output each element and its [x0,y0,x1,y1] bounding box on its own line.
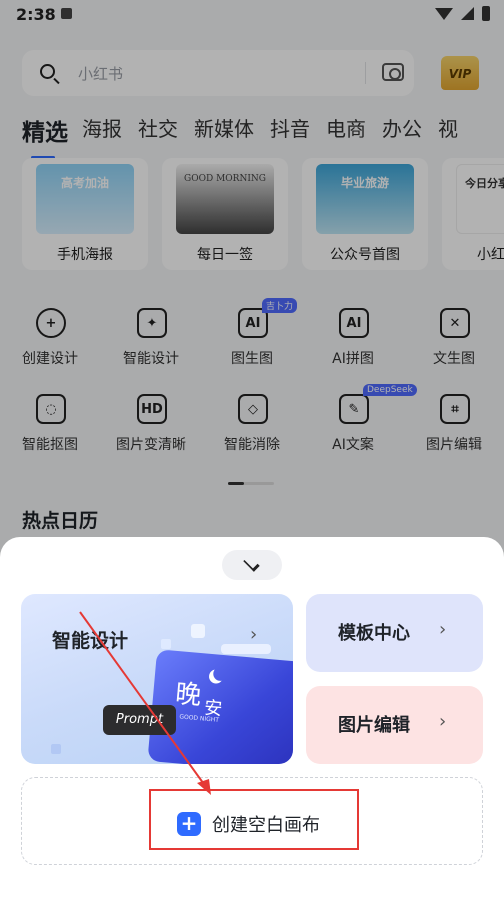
annotation-arrow [79,611,211,795]
